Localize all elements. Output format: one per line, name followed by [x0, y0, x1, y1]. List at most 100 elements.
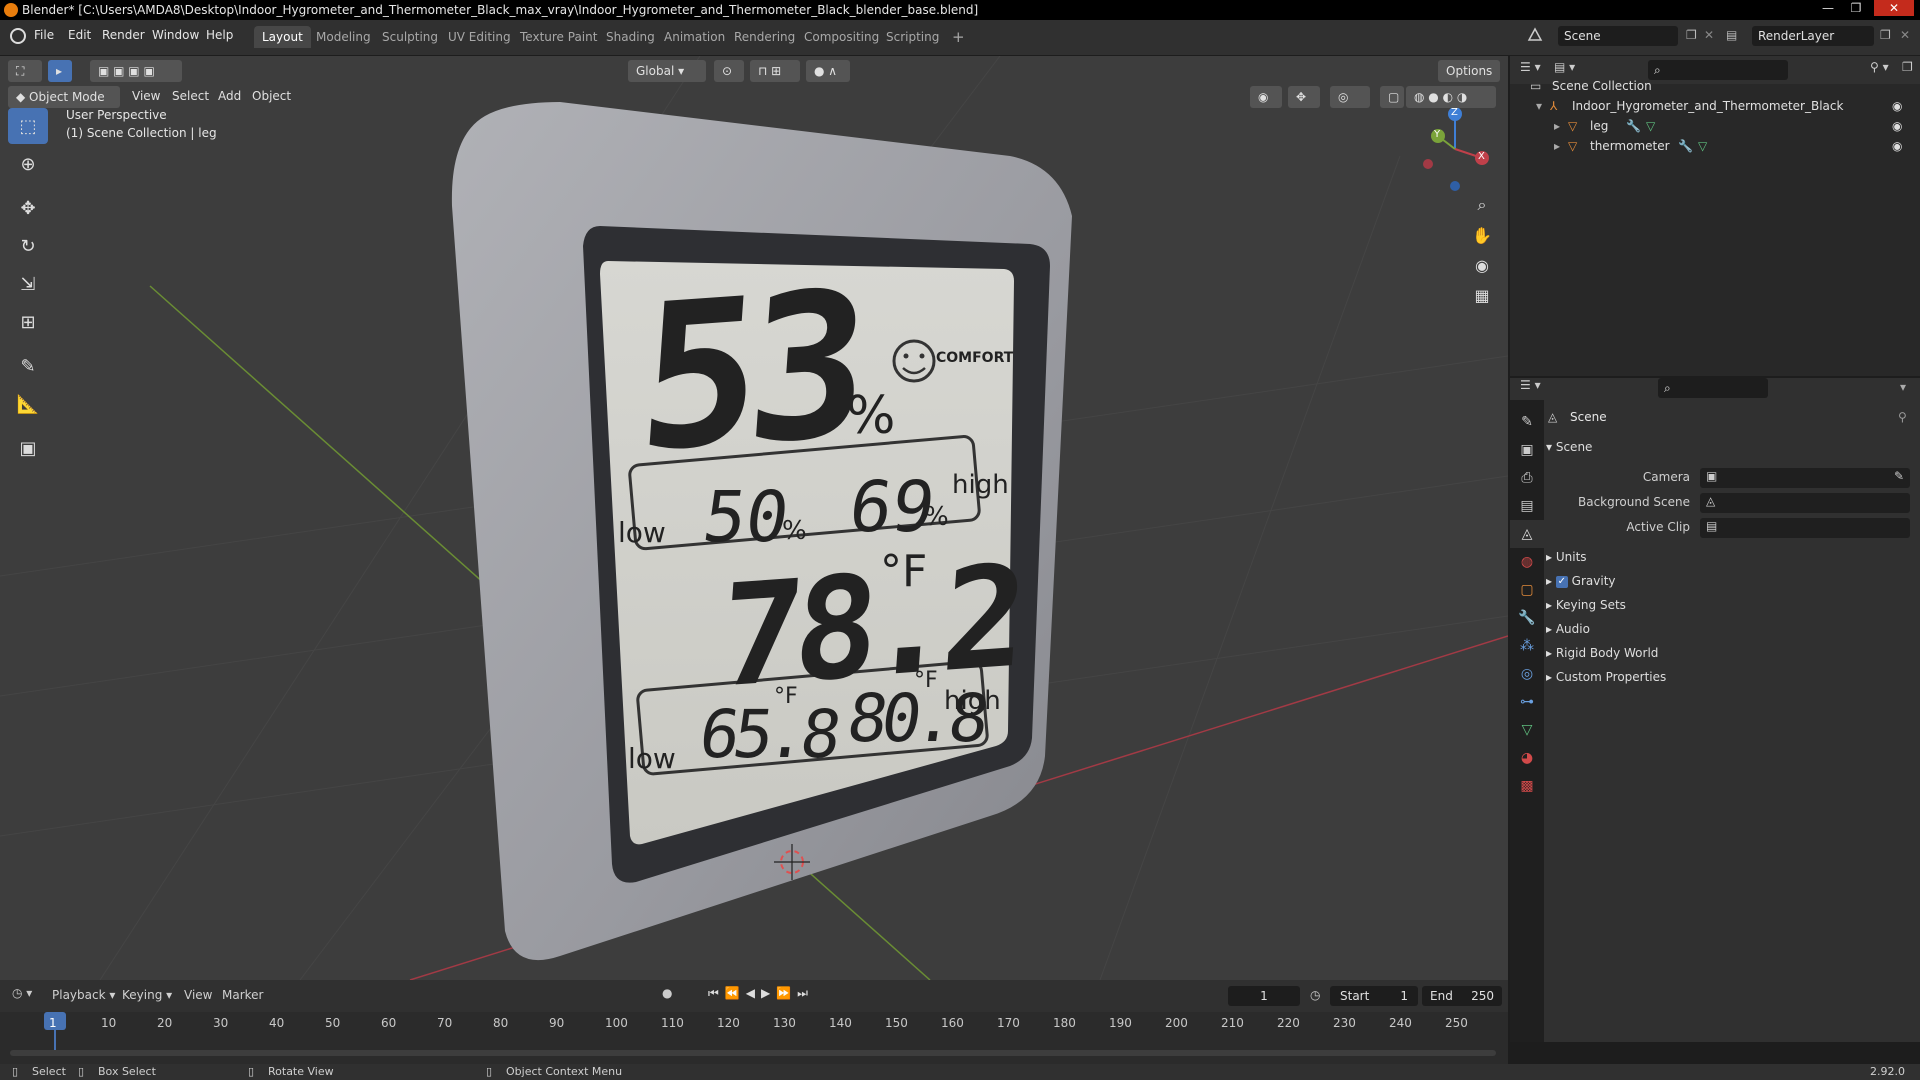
- menu-keying[interactable]: Keying ▾: [122, 988, 172, 1002]
- tab-compositing[interactable]: Compositing: [796, 26, 887, 48]
- close-button[interactable]: ✕: [1874, 0, 1914, 16]
- properties-editor-icon[interactable]: ☰ ▾: [1520, 378, 1541, 392]
- expand-arrow-icon[interactable]: ▸: [1554, 116, 1560, 136]
- menu-edit[interactable]: Edit: [68, 28, 91, 42]
- constraints-tab-icon[interactable]: ⊶: [1510, 688, 1544, 716]
- tab-sculpting[interactable]: Sculpting: [374, 26, 446, 48]
- blender-menu-icon[interactable]: [10, 28, 26, 44]
- tab-scripting[interactable]: Scripting: [878, 26, 947, 48]
- active-clip-field[interactable]: ▤: [1700, 518, 1910, 538]
- world-tab-icon[interactable]: ◍: [1510, 548, 1544, 576]
- properties-search-input[interactable]: ⌕: [1658, 378, 1768, 398]
- background-scene-field[interactable]: ◬: [1700, 493, 1910, 513]
- panel-audio[interactable]: ▸ Audio: [1546, 622, 1590, 636]
- menu-window[interactable]: Window: [152, 28, 199, 42]
- selection-mode-buttons[interactable]: ▣ ▣ ▣ ▣: [90, 60, 182, 82]
- material-tab-icon[interactable]: ◕: [1510, 744, 1544, 772]
- modifier-tab-icon[interactable]: 🔧: [1510, 604, 1544, 632]
- object-tab-icon[interactable]: ▢: [1510, 576, 1544, 604]
- panel-gravity[interactable]: ▸ ✓ Gravity: [1546, 574, 1616, 588]
- measure-icon[interactable]: 📐: [8, 386, 48, 422]
- orientation-dropdown[interactable]: Global ▾: [628, 60, 706, 82]
- menu-timeline-view[interactable]: View: [184, 988, 212, 1002]
- scale-icon[interactable]: ⇲: [8, 266, 48, 302]
- 3d-viewport[interactable]: 53 % COMFORT low 50 % 69 % high 78.2 °F …: [0, 56, 1508, 980]
- cursor-icon[interactable]: ⊕: [8, 146, 48, 182]
- tool-settings-tab-icon[interactable]: ✎: [1510, 408, 1544, 436]
- properties-menu-icon[interactable]: ▾: [1900, 380, 1906, 394]
- options-dropdown[interactable]: Options ▾: [1438, 60, 1500, 100]
- menu-render[interactable]: Render: [102, 28, 145, 42]
- panel-custom-properties[interactable]: ▸ Custom Properties: [1546, 670, 1666, 684]
- preview-range-icon[interactable]: ◷: [1310, 988, 1320, 1002]
- renderlayer-field[interactable]: RenderLayer: [1752, 26, 1874, 46]
- tab-uv-editing[interactable]: UV Editing: [440, 26, 519, 48]
- outliner-row-leg[interactable]: ▸ ▽ leg 🔧 ▽ ◉: [1510, 116, 1920, 136]
- outliner-row-scene-collection[interactable]: ▭ Scene Collection: [1510, 76, 1920, 96]
- record-icon[interactable]: ●: [662, 986, 672, 1000]
- filter-icon[interactable]: ⚲ ▾: [1870, 60, 1889, 74]
- transform-icon[interactable]: ⊞: [8, 304, 48, 340]
- tab-shading[interactable]: Shading: [598, 26, 663, 48]
- zoom-icon[interactable]: ⌕: [1467, 190, 1497, 220]
- display-mode-icon[interactable]: ▤ ▾: [1554, 60, 1575, 74]
- menu-marker[interactable]: Marker: [222, 988, 263, 1002]
- expand-arrow-icon[interactable]: ▾: [1536, 96, 1542, 116]
- menu-add[interactable]: Add: [218, 89, 241, 103]
- visibility-eye-icon[interactable]: ◉: [1892, 136, 1902, 156]
- ortho-grid-icon[interactable]: ▦: [1467, 280, 1497, 310]
- timeline-editor-icon[interactable]: ◷ ▾: [12, 986, 32, 1000]
- tab-animation[interactable]: Animation: [656, 26, 733, 48]
- data-tab-icon[interactable]: ▽: [1510, 716, 1544, 744]
- mode-dropdown[interactable]: ◆ Object Mode ▾: [8, 86, 120, 126]
- shading-mode-buttons[interactable]: ◍ ● ◐ ◑: [1406, 86, 1496, 108]
- minimize-button[interactable]: —: [1814, 0, 1842, 16]
- menu-help[interactable]: Help: [206, 28, 233, 42]
- timeline-scrollbar[interactable]: [10, 1050, 1496, 1056]
- select-box-icon[interactable]: ⬚: [8, 108, 48, 144]
- panel-rigid-body-world[interactable]: ▸ Rigid Body World: [1546, 646, 1658, 660]
- add-cube-icon[interactable]: ▣: [8, 430, 48, 466]
- camera-view-icon[interactable]: ◉: [1467, 250, 1497, 280]
- output-tab-icon[interactable]: ⎙: [1510, 464, 1544, 492]
- current-frame-field[interactable]: 1: [1228, 986, 1300, 1006]
- new-collection-icon[interactable]: ❐: [1902, 60, 1913, 74]
- particles-tab-icon[interactable]: ⁂: [1510, 632, 1544, 660]
- maximize-button[interactable]: ❐: [1842, 0, 1870, 16]
- overlays-icon[interactable]: ◎: [1330, 86, 1370, 108]
- pan-hand-icon[interactable]: ✋: [1467, 220, 1497, 250]
- menu-file[interactable]: File: [34, 28, 54, 42]
- menu-select[interactable]: Select: [172, 89, 209, 103]
- snap-icon[interactable]: ⊓ ⊞: [750, 60, 800, 82]
- gravity-checkbox[interactable]: ✓: [1555, 575, 1568, 588]
- editor-type-button[interactable]: ⛶: [8, 60, 42, 82]
- physics-tab-icon[interactable]: ◎: [1510, 660, 1544, 688]
- tab-modeling[interactable]: Modeling: [308, 26, 379, 48]
- annotate-icon[interactable]: ✎: [8, 348, 48, 384]
- pivot-icon[interactable]: ⊙: [714, 60, 744, 82]
- menu-playback[interactable]: Playback ▾: [52, 988, 115, 1002]
- menu-object[interactable]: Object: [252, 89, 291, 103]
- scene-tab-icon[interactable]: ◬: [1510, 520, 1544, 548]
- menu-view[interactable]: View: [132, 89, 160, 103]
- texture-tab-icon[interactable]: ▩: [1510, 772, 1544, 800]
- end-frame-field[interactable]: End 250: [1422, 986, 1502, 1006]
- visibility-eye-icon[interactable]: ◉: [1892, 116, 1902, 136]
- pin-icon[interactable]: ⚲: [1898, 410, 1907, 424]
- view-layer-tab-icon[interactable]: ▤: [1510, 492, 1544, 520]
- select-tool-button[interactable]: ▸: [48, 60, 72, 82]
- start-frame-field[interactable]: Start 1: [1330, 986, 1418, 1006]
- proportional-edit-icon[interactable]: ● ∧: [806, 60, 850, 82]
- render-tab-icon[interactable]: ▣: [1510, 436, 1544, 464]
- outliner-row-root-object[interactable]: ▾ ⅄ Indoor_Hygrometer_and_Thermometer_Bl…: [1510, 96, 1920, 116]
- scene-field[interactable]: Scene: [1558, 26, 1678, 46]
- outliner-row-thermometer[interactable]: ▸ ▽ thermometer 🔧 ▽ ◉: [1510, 136, 1920, 156]
- visibility-icon[interactable]: ◉: [1250, 86, 1282, 108]
- playback-controls[interactable]: ⏮⏪◀▶⏩⏭: [708, 986, 814, 1001]
- visibility-eye-icon[interactable]: ◉: [1892, 96, 1902, 116]
- expand-arrow-icon[interactable]: ▸: [1554, 136, 1560, 156]
- outliner-editor-icon[interactable]: ☰ ▾: [1520, 60, 1541, 74]
- remove-scene-icon[interactable]: ✕: [1704, 28, 1714, 42]
- xray-icon[interactable]: ▢: [1380, 86, 1404, 108]
- tab-texture-paint[interactable]: Texture Paint: [512, 26, 605, 48]
